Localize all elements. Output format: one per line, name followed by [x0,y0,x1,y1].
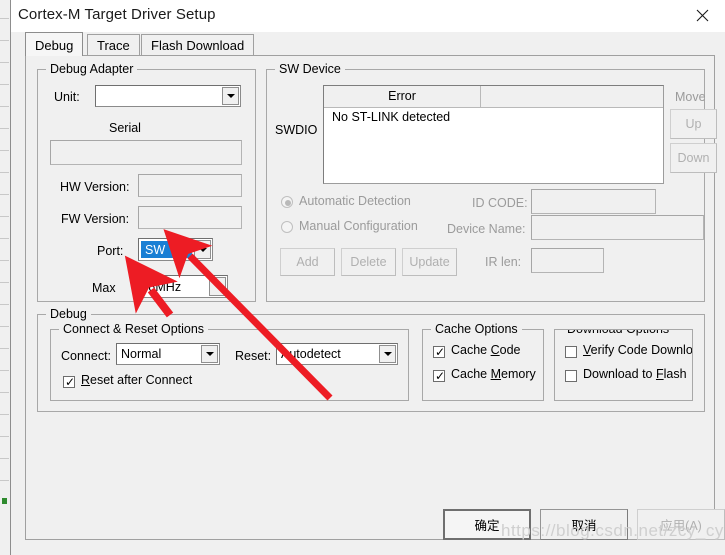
download-options-group: Download Options Verify Code Download Do… [554,329,693,401]
automatic-detection-label: Automatic Detection [299,194,411,208]
port-label: Port: [97,244,124,258]
download-to-flash-checkbox[interactable] [565,370,577,382]
manual-configuration-radio[interactable] [281,221,293,233]
hw-version-label: HW Version: [60,180,130,194]
port-combo[interactable]: SW [138,238,213,261]
serial-label: Serial [109,121,141,135]
max-clock-value: 1.8MHz [138,279,182,294]
move-label: Move [675,90,706,104]
port-combo-arrow[interactable] [194,240,211,259]
reset-after-connect-label: Reset after Connect [81,373,193,387]
debug-group-legend: Debug [46,307,91,321]
reset-combo[interactable]: Autodetect [276,343,398,365]
title-bar: Cortex-M Target Driver Setup [11,0,725,32]
verify-code-download-checkbox[interactable] [565,346,577,358]
connect-value: Normal [121,347,162,361]
sw-device-legend: SW Device [275,62,345,76]
move-down-button[interactable]: Down [670,143,717,173]
connect-reset-options-legend: Connect & Reset Options [59,322,209,336]
debug-group: Debug Connect & Reset Options Connect: N… [37,307,705,412]
manual-configuration-label: Manual Configuration [299,219,418,233]
sw-device-group: SW Device SWDIO Error No ST-LINK detecte… [266,62,717,302]
device-name-label: Device Name: [447,222,526,236]
move-up-button[interactable]: Up [670,109,717,139]
download-to-flash-label: Download to Flash [583,367,687,381]
update-button[interactable]: Update [402,248,457,276]
debug-adapter-legend: Debug Adapter [46,62,138,76]
table-header-blank[interactable] [481,86,665,107]
automatic-detection-radio[interactable] [281,196,293,208]
background-window-ruler [0,18,9,498]
delete-button[interactable]: Delete [341,248,396,276]
tab-trace[interactable]: Trace [87,34,140,56]
verify-code-download-label: Verify Code Download [583,343,693,357]
fw-version-field[interactable] [138,206,242,229]
reset-value: Autodetect [281,347,341,361]
max-clock-combo[interactable]: 1.8MHz [133,275,228,298]
table-header-row: Error [324,86,663,108]
check-icon: ✓ [435,369,446,383]
device-name-field[interactable] [531,215,704,240]
table-header-error[interactable]: Error [324,86,481,107]
id-code-field[interactable] [531,189,656,214]
cache-code-label: Cache Code [451,343,521,357]
max-clock-combo-arrow[interactable] [209,277,226,296]
ir-len-field[interactable] [531,248,604,273]
cache-code-checkbox[interactable]: ✓ [433,346,445,358]
chevron-down-icon [198,247,207,252]
cortex-m-target-driver-setup-dialog: Cortex-M Target Driver Setup Debug Trace… [10,0,725,555]
background-window-marker [2,498,7,504]
debug-adapter-group: Debug Adapter Unit: Serial HW Version: F… [37,62,256,302]
cache-options-legend: Cache Options [431,322,522,336]
radio-dot-icon [285,200,291,206]
table-row[interactable]: No ST-LINK detected [332,110,450,124]
tab-debug[interactable]: Debug [25,32,84,56]
fw-version-label: FW Version: [61,212,130,226]
ir-len-label: IR len: [485,255,522,269]
screen: Cortex-M Target Driver Setup Debug Trace… [0,0,725,555]
connect-combo[interactable]: Normal [116,343,220,365]
unit-combo[interactable] [95,85,241,107]
sw-device-table[interactable]: Error No ST-LINK detected [323,85,664,184]
max-label: Max [92,281,116,295]
swdio-label: SWDIO [275,123,318,137]
chevron-down-icon [383,352,392,356]
check-icon: ✓ [65,375,76,389]
check-icon: ✓ [435,345,446,359]
watermark: https://blog.csdn.net/zcy_cyril [501,521,725,540]
tab-strip: Debug Trace Flash Download [25,32,715,56]
unit-combo-arrow[interactable] [222,87,239,105]
add-button[interactable]: Add [280,248,335,276]
cache-memory-checkbox[interactable]: ✓ [433,370,445,382]
connect-label: Connect: [61,349,112,363]
window-title: Cortex-M Target Driver Setup [18,6,216,23]
reset-combo-arrow[interactable] [379,345,396,363]
serial-field[interactable] [50,140,242,165]
port-value: SW [141,241,192,258]
hw-version-field[interactable] [138,174,242,197]
tab-flash-download[interactable]: Flash Download [141,34,255,56]
connect-combo-arrow[interactable] [201,345,218,363]
chevron-down-icon [205,352,214,356]
cache-memory-label: Cache Memory [451,367,536,381]
connect-reset-options-group: Connect & Reset Options Connect: Normal … [50,322,409,401]
chevron-down-icon [213,284,222,289]
download-options-legend: Download Options [563,330,674,336]
id-code-label: ID CODE: [472,196,528,210]
chevron-down-icon [226,94,235,98]
debug-tab-panel: Debug Adapter Unit: Serial HW Version: F… [25,55,717,540]
cache-options-group: Cache Options ✓ Cache Code ✓ Cache Memor… [422,322,544,401]
close-icon[interactable] [681,0,725,31]
unit-label: Unit: [54,90,80,104]
reset-label: Reset: [235,349,272,363]
reset-after-connect-checkbox[interactable]: ✓ [63,376,75,388]
